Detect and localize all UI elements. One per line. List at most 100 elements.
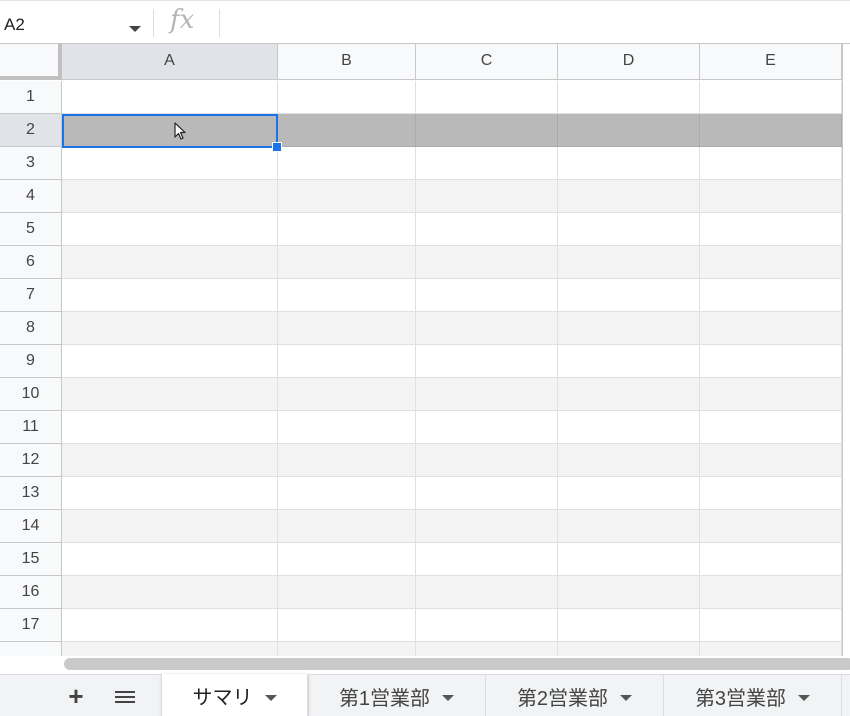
grid-cell[interactable] (416, 213, 558, 246)
column-header-a[interactable]: A (62, 44, 278, 80)
grid-cell[interactable] (558, 81, 700, 114)
plus-icon[interactable]: + (66, 683, 86, 709)
grid-cell[interactable] (278, 312, 416, 345)
row-header[interactable]: 11 (0, 411, 62, 444)
grid-cell[interactable] (700, 147, 842, 180)
grid-cell[interactable] (278, 246, 416, 279)
grid-cell[interactable] (700, 642, 842, 656)
grid-cell[interactable] (558, 279, 700, 312)
column-header-e[interactable]: E (700, 44, 842, 80)
grid-cell[interactable] (558, 312, 700, 345)
grid-cell[interactable] (416, 510, 558, 543)
grid-cell[interactable] (278, 642, 416, 656)
grid-cell[interactable] (416, 576, 558, 609)
grid-cell[interactable] (278, 279, 416, 312)
grid-cell[interactable] (558, 180, 700, 213)
row-header[interactable]: 17 (0, 609, 62, 642)
chevron-down-icon[interactable] (620, 695, 633, 701)
row-header[interactable]: 16 (0, 576, 62, 609)
grid-cell[interactable] (62, 609, 278, 642)
grid-cell[interactable] (558, 114, 700, 147)
grid-cell[interactable] (62, 213, 278, 246)
grid-cell[interactable] (62, 642, 278, 656)
grid-cell[interactable] (416, 246, 558, 279)
grid-cell[interactable] (278, 378, 416, 411)
grid-cell[interactable] (700, 81, 842, 114)
grid-cell[interactable] (62, 510, 278, 543)
grid-cell[interactable] (62, 378, 278, 411)
grid-cell[interactable] (558, 576, 700, 609)
grid-cell[interactable] (558, 477, 700, 510)
grid-cell[interactable] (416, 642, 558, 656)
grid-cell[interactable] (700, 576, 842, 609)
grid-cell[interactable] (700, 312, 842, 345)
grid-cell[interactable] (62, 411, 278, 444)
chevron-down-icon[interactable] (264, 694, 277, 701)
sheet-tab-dept-1[interactable]: 第1営業部 (308, 675, 486, 716)
column-header-b[interactable]: B (278, 44, 416, 80)
grid-cell[interactable] (62, 279, 278, 312)
chevron-down-icon[interactable] (798, 695, 811, 701)
grid-cell[interactable] (558, 510, 700, 543)
grid-cell[interactable] (700, 477, 842, 510)
grid-cell[interactable] (278, 114, 416, 147)
row-header[interactable]: 9 (0, 345, 62, 378)
row-header[interactable]: 5 (0, 213, 62, 246)
grid-cell[interactable] (700, 180, 842, 213)
row-header[interactable]: 8 (0, 312, 62, 345)
grid-cell[interactable] (700, 543, 842, 576)
grid-cell[interactable] (558, 444, 700, 477)
name-box[interactable]: A2 (0, 7, 150, 41)
grid-cell[interactable] (62, 147, 278, 180)
grid-cell[interactable] (278, 81, 416, 114)
grid-cell[interactable] (416, 180, 558, 213)
row-header[interactable] (0, 642, 62, 656)
row-header[interactable]: 6 (0, 246, 62, 279)
grid-cell[interactable] (558, 345, 700, 378)
grid-cell[interactable] (278, 411, 416, 444)
grid-cell[interactable] (62, 81, 278, 114)
row-header[interactable]: 14 (0, 510, 62, 543)
grid-cell[interactable] (700, 345, 842, 378)
sheet-tab-dept-3[interactable]: 第3営業部 (664, 675, 842, 716)
grid-cell[interactable] (416, 345, 558, 378)
chevron-down-icon[interactable] (442, 695, 455, 701)
row-header[interactable]: 10 (0, 378, 62, 411)
grid-cell[interactable] (416, 609, 558, 642)
grid-cell[interactable] (700, 213, 842, 246)
grid-cell[interactable] (278, 543, 416, 576)
formula-input[interactable] (226, 9, 836, 37)
grid-cell[interactable] (700, 114, 842, 147)
grid-cell[interactable] (416, 477, 558, 510)
grid-cell[interactable] (278, 576, 416, 609)
grid-cell[interactable] (558, 147, 700, 180)
grid-cell[interactable] (278, 609, 416, 642)
row-header[interactable]: 1 (0, 81, 62, 114)
chevron-down-icon[interactable] (129, 26, 141, 32)
grid-cell[interactable] (700, 444, 842, 477)
grid-cell[interactable] (700, 246, 842, 279)
grid-cell[interactable] (558, 642, 700, 656)
grid-cell[interactable] (278, 477, 416, 510)
grid-cell[interactable] (700, 510, 842, 543)
grid-cell[interactable] (558, 378, 700, 411)
column-header-c[interactable]: C (416, 44, 558, 80)
horizontal-scrollbar[interactable] (64, 658, 850, 670)
grid-cell[interactable] (700, 411, 842, 444)
grid-cell[interactable] (700, 279, 842, 312)
column-header-d[interactable]: D (558, 44, 700, 80)
grid-cell[interactable] (278, 444, 416, 477)
grid-cell[interactable] (416, 147, 558, 180)
grid-cell[interactable] (278, 213, 416, 246)
row-header[interactable]: 13 (0, 477, 62, 510)
grid-cell[interactable] (416, 279, 558, 312)
row-header[interactable]: 3 (0, 147, 62, 180)
grid-cell[interactable] (62, 114, 278, 147)
grid-cell[interactable] (62, 444, 278, 477)
row-header[interactable]: 15 (0, 543, 62, 576)
grid-cell[interactable] (62, 576, 278, 609)
grid-cell[interactable] (278, 147, 416, 180)
grid-cell[interactable] (62, 543, 278, 576)
grid-cell[interactable] (416, 81, 558, 114)
grid-cell[interactable] (416, 378, 558, 411)
